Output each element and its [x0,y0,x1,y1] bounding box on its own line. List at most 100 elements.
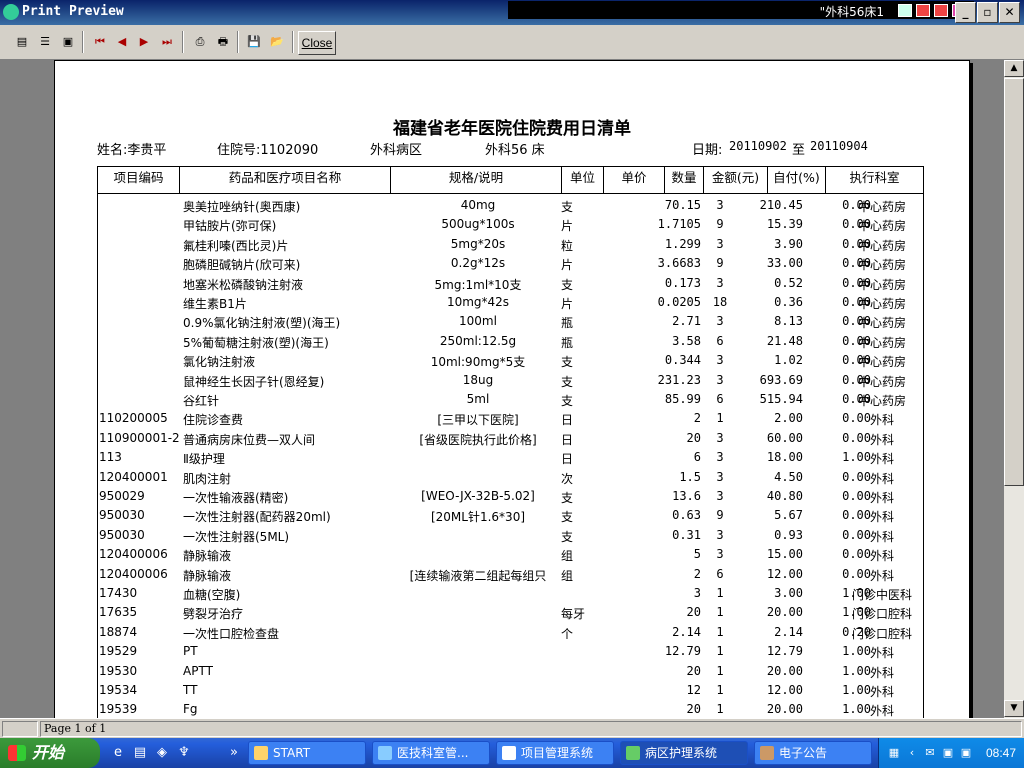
table-row: 氯化钠注射液 10ml:90mg*5支支 0.344 3 1.02 0.00 中心药房 [98,351,925,370]
cell-code: 113 [99,450,122,465]
cell-qty: 6 [716,392,724,406]
document-icon[interactable]: ▤ [132,745,148,761]
cell-spec: 40mg [460,198,496,212]
prev-page-icon[interactable]: ◀ [112,33,132,51]
cell-price: 3.6683 [657,256,701,271]
open-icon[interactable]: 📂 [267,33,287,51]
task-nursing[interactable]: 病区护理系统 [620,741,748,765]
task-bulletin[interactable]: 电子公告 [754,741,872,765]
cell-dept: 中心药房 [857,335,906,350]
multi-pages-icon[interactable]: ▣ [58,33,78,51]
cell-code: 19534 [99,683,138,697]
cell-spec: [连续输液第二组起每组只 [409,568,547,583]
first-page-icon[interactable]: ⏮ [90,33,110,51]
scroll-thumb[interactable] [1004,78,1024,486]
cell-code: 950030 [99,508,145,523]
cell-dept: 中心药房 [857,200,906,214]
cell-name: 鼠神经生长因子针(恩经复) [183,374,325,389]
cell-unit: 每牙 [561,607,586,622]
cell-unit: 个 [561,626,574,641]
cell-unit: 次 [561,471,574,486]
close-window-button[interactable]: ✕ [999,2,1020,23]
more-quicklaunch-icon[interactable]: » [226,745,242,761]
maximize-button[interactable]: ▫ [977,2,998,23]
app-icon [3,4,19,20]
two-pages-icon[interactable]: ☰ [35,33,55,51]
minimize-button[interactable]: _ [955,2,976,23]
cell-qty: 3 [716,353,724,368]
cell-name: Fg [183,702,198,717]
cell-dept: 外科 [869,491,894,505]
network-icon[interactable]: ▣ [959,746,973,760]
cell-unit: 片 [561,258,574,273]
cell-unit: 支 [561,394,574,408]
cell-code: 19539 [99,702,138,717]
col-header-code: 项目编码 [98,167,180,193]
tool-icon[interactable]: ♆ [176,745,192,761]
toolbar-separator [292,31,294,53]
cell-amount: 12.79 [766,644,803,659]
one-page-icon[interactable]: ▤ [12,33,32,51]
mail-icon[interactable]: ✉ [923,746,937,760]
cell-price: 2 [693,411,701,426]
cell-dept: 外科 [869,510,894,525]
app-icon [502,746,516,760]
network-icon[interactable]: ▣ [941,746,955,760]
col-header-amount: 金额(元) [704,167,768,193]
cell-amount: 40.80 [766,489,803,503]
expand-tray-icon[interactable]: ‹ [905,746,919,760]
keyboard-icon[interactable]: ▦ [887,746,901,760]
cell-amount: 20.00 [766,605,803,620]
cell-qty: 3 [716,450,724,465]
cell-spec: 250ml:12.5g [439,333,517,348]
mail-icon[interactable] [898,4,912,17]
vertical-scrollbar[interactable]: ▲ ▼ [1004,60,1024,718]
cell-amount: 0.36 [774,295,803,309]
toolbar-separator [182,31,184,53]
table-row: 18874 一次性口腔检查盘个 2.14 1 2.14 0.20 门诊口腔科 [98,623,925,642]
print-setup-icon[interactable]: ⎙ [190,33,210,51]
table-row: 5%葡萄糖注射液(塑)(海王) 250ml:12.5g 瓶 3.58 6 21.48 0.0… [98,332,925,351]
table-row: 鼠神经生长因子针(恩经复) 18ug 支 231.23 3 693.69 0.00 中心药房 [98,371,925,390]
inpatient-number: 住院号:1102090 [217,143,319,158]
cell-name: 维生素B1片 [183,297,247,311]
task-project[interactable]: 项目管理系统 [496,741,614,765]
task-medtech[interactable]: 医技科室管... [372,741,490,765]
cell-price: 12 [686,683,701,697]
scroll-up-icon[interactable]: ▲ [1004,60,1024,77]
cell-name: 一次性口腔检查盘 [183,626,280,641]
cell-amount: 20.00 [766,702,803,717]
table-row: 19530 APTT 20 1 20.00 1.00 外科 [98,662,925,681]
preview-page: 福建省老年医院住院费用日清单 姓名:李贵平 住院号:1102090 外科病区 外… [54,60,970,718]
app-icon [760,746,774,760]
cell-price: 0.31 [672,527,701,542]
app-quicklaunch-icon[interactable]: ◈ [154,745,170,761]
cell-dept: 门诊口腔科 [851,626,912,641]
last-page-icon[interactable]: ⏭ [157,33,177,51]
cell-amount: 0.52 [774,275,803,290]
window-title: Print Preview [22,4,124,19]
scroll-down-icon[interactable]: ▼ [1004,700,1024,717]
save-icon[interactable]: 💾 [244,33,264,51]
ie-icon[interactable]: e [110,745,126,761]
start-label: 开始 [32,743,65,762]
minimize-app-icon[interactable] [916,4,930,17]
next-page-icon[interactable]: ▶ [134,33,154,51]
cell-name: 一次性注射器(5ML) [183,529,290,544]
cell-spec: 0.2g*12s [450,256,506,271]
cell-name: 地塞米松磷酸钠注射液 [183,277,304,292]
cell-amount: 210.45 [759,198,803,212]
task-label: 医技科室管... [397,746,469,760]
task-label: 电子公告 [779,746,828,760]
windows-flag-icon [8,745,26,761]
restore-app-icon[interactable] [934,4,948,17]
start-button[interactable]: 开始 [0,738,100,768]
close-button[interactable]: Close [298,31,336,55]
taskbar: 开始 e ▤ ◈ ♆ » START 医技科室管... 项目管理系统 病区护理系… [0,738,1024,768]
print-icon[interactable]: 🖶 [213,33,233,51]
task-start[interactable]: START [248,741,366,765]
table-header: 项目编码 药品和医疗项目名称 规格/说明 单位 单价 数量 金额(元) 自付(%… [97,166,924,194]
cell-qty: 6 [716,566,724,581]
cell-name: 肌肉注射 [183,471,232,486]
preview-viewport[interactable]: 福建省老年医院住院费用日清单 姓名:李贵平 住院号:1102090 外科病区 外… [0,60,1004,718]
